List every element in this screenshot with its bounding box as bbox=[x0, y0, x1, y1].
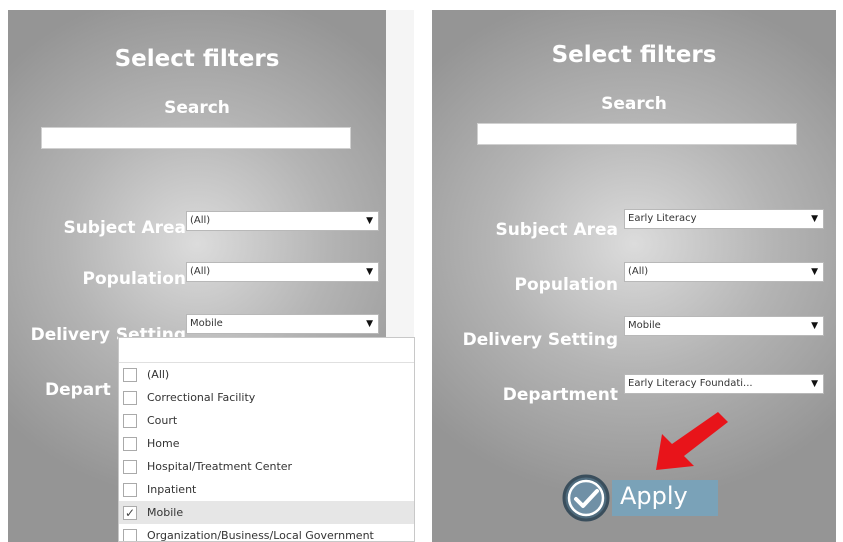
filter-label-department: Department bbox=[502, 385, 618, 405]
option-label: Correctional Facility bbox=[147, 391, 256, 404]
chevron-down-icon: ▼ bbox=[811, 267, 818, 277]
select-value: Early Literacy Foundati... bbox=[628, 378, 753, 389]
option-label: Inpatient bbox=[147, 483, 197, 496]
population-select[interactable]: (All) ▼ bbox=[624, 262, 824, 282]
option-label: (All) bbox=[147, 368, 170, 381]
checked-checkbox[interactable]: ✓ bbox=[123, 505, 137, 520]
search-input[interactable] bbox=[41, 127, 351, 149]
panel-title: Select filters bbox=[114, 46, 280, 72]
option-label: Organization/Business/Local Government bbox=[147, 529, 374, 542]
option-label: Home bbox=[147, 437, 180, 450]
dropdown-option[interactable]: Inpatient bbox=[119, 478, 414, 501]
red-arrow-icon bbox=[656, 412, 728, 470]
delivery-setting-dropdown-list[interactable]: (All) Correctional Facility Court Home H… bbox=[118, 337, 415, 542]
select-value: (All) bbox=[190, 215, 211, 226]
select-value: (All) bbox=[190, 266, 211, 277]
subject-area-select[interactable]: (All) ▼ bbox=[186, 211, 379, 231]
option-label: Hospital/Treatment Center bbox=[147, 460, 293, 473]
checkbox[interactable] bbox=[123, 528, 137, 541]
chevron-down-icon: ▼ bbox=[366, 216, 373, 226]
chevron-down-icon: ▼ bbox=[366, 319, 373, 329]
checkbox[interactable] bbox=[123, 413, 137, 428]
dropdown-option[interactable]: Organization/Business/Local Government bbox=[119, 524, 414, 542]
checkbox[interactable] bbox=[123, 390, 137, 405]
chevron-down-icon: ▼ bbox=[811, 214, 818, 224]
department-select[interactable]: Early Literacy Foundati... ▼ bbox=[624, 374, 824, 394]
filter-label-subject-area: Subject Area bbox=[63, 218, 186, 238]
apply-button[interactable]: Apply bbox=[560, 472, 720, 522]
dropdown-option[interactable]: Court bbox=[119, 409, 414, 432]
select-value: (All) bbox=[628, 266, 649, 277]
dropdown-option[interactable]: (All) bbox=[119, 363, 414, 386]
chevron-down-icon: ▼ bbox=[366, 267, 373, 277]
filter-label-delivery-setting: Delivery Setting bbox=[462, 330, 618, 350]
dropdown-header bbox=[119, 338, 414, 363]
check-circle-icon bbox=[562, 474, 610, 522]
delivery-setting-select[interactable]: Mobile ▼ bbox=[186, 314, 379, 334]
dropdown-option[interactable]: Home bbox=[119, 432, 414, 455]
delivery-setting-select[interactable]: Mobile ▼ bbox=[624, 316, 824, 336]
checkbox[interactable] bbox=[123, 367, 137, 382]
dropdown-option[interactable]: Hospital/Treatment Center bbox=[119, 455, 414, 478]
filter-label-department: Depart bbox=[45, 380, 111, 400]
search-label: Search bbox=[164, 98, 230, 118]
search-input[interactable] bbox=[477, 123, 797, 145]
checkbox[interactable] bbox=[123, 482, 137, 497]
filter-label-population: Population bbox=[82, 269, 186, 289]
option-label: Mobile bbox=[147, 506, 184, 519]
population-select[interactable]: (All) ▼ bbox=[186, 262, 379, 282]
apply-label: Apply bbox=[620, 482, 688, 510]
filter-label-population: Population bbox=[514, 275, 618, 295]
dropdown-option[interactable]: Correctional Facility bbox=[119, 386, 414, 409]
select-value: Mobile bbox=[190, 318, 223, 329]
select-value: Mobile bbox=[628, 320, 661, 331]
filter-label-subject-area: Subject Area bbox=[495, 220, 618, 240]
panel-title: Select filters bbox=[551, 42, 717, 68]
subject-area-select[interactable]: Early Literacy ▼ bbox=[624, 209, 824, 229]
checkbox[interactable] bbox=[123, 436, 137, 451]
filter-panel-right: Select filters Search Subject Area Early… bbox=[432, 10, 836, 542]
option-label: Court bbox=[147, 414, 178, 427]
dropdown-option-selected[interactable]: ✓ Mobile bbox=[119, 501, 414, 524]
select-value: Early Literacy bbox=[628, 213, 697, 224]
chevron-down-icon: ▼ bbox=[811, 321, 818, 331]
chevron-down-icon: ▼ bbox=[811, 379, 818, 389]
search-label: Search bbox=[601, 94, 667, 114]
checkbox[interactable] bbox=[123, 459, 137, 474]
